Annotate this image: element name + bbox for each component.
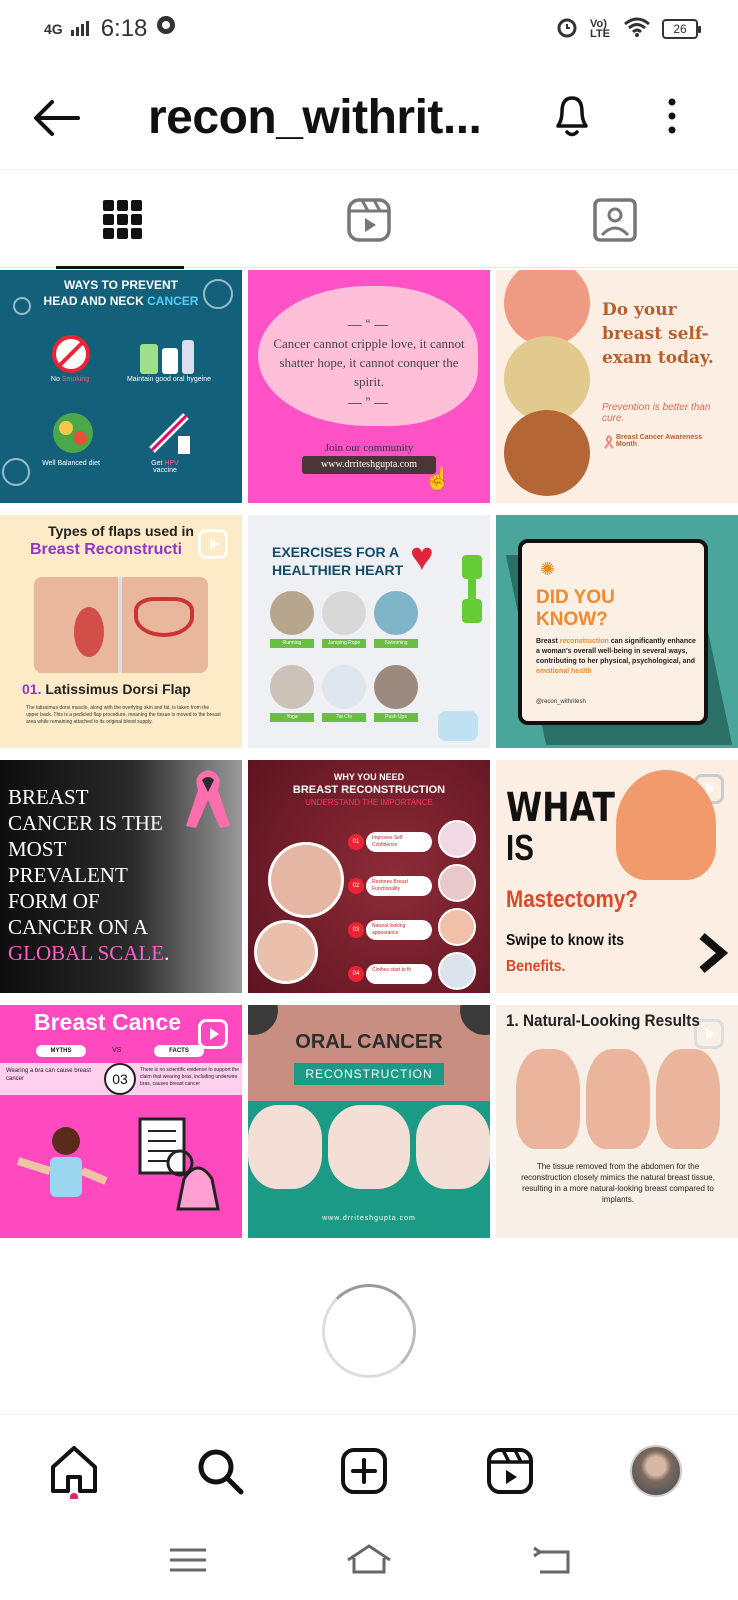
dumbbell-icon bbox=[454, 551, 490, 636]
tagged-person-icon bbox=[593, 198, 637, 242]
post-thumbnail[interactable]: WAYS TO PREVENT HEAD AND NECK CANCER No … bbox=[0, 270, 242, 503]
post-thumbnail[interactable]: Do your breast self-exam today. Preventi… bbox=[496, 270, 738, 503]
post-title: Do your breast self-exam today. bbox=[602, 300, 714, 368]
water-bottle bbox=[438, 711, 478, 741]
anatomy-illustration bbox=[34, 577, 208, 673]
loading-spinner bbox=[322, 1284, 416, 1378]
mouth-illustration bbox=[416, 1105, 490, 1189]
profile-header: recon_withrit... bbox=[0, 70, 738, 170]
search-icon bbox=[198, 1449, 244, 1495]
clock: 6:18 bbox=[100, 14, 148, 42]
post-thumbnail[interactable]: BREAST CANCER IS THE MOST PREVALENT FORM… bbox=[0, 760, 242, 993]
nav-profile[interactable] bbox=[626, 1441, 686, 1501]
grid-icon bbox=[103, 200, 142, 239]
virus-icon bbox=[0, 450, 40, 495]
toothbrush-icon bbox=[138, 336, 198, 381]
notifications-button[interactable] bbox=[550, 92, 594, 140]
arrow-left-icon bbox=[34, 100, 80, 136]
back-system-icon bbox=[533, 1546, 570, 1574]
woman-illustration bbox=[616, 770, 716, 880]
no-smoking-icon bbox=[48, 334, 94, 379]
home-outline-icon bbox=[347, 1544, 391, 1574]
post-thumbnail[interactable]: ORAL CANCER RECONSTRUCTION www.drriteshg… bbox=[248, 1005, 490, 1238]
document-icon bbox=[138, 1117, 228, 1222]
reels-icon bbox=[347, 198, 391, 242]
network-indicator: 4G bbox=[44, 20, 63, 37]
mouth-illustration bbox=[328, 1105, 410, 1189]
alarm-icon bbox=[556, 16, 578, 41]
app-notification-icon bbox=[155, 14, 177, 43]
pointer-hand-icon: ☝ bbox=[424, 466, 452, 491]
nav-home[interactable] bbox=[44, 1441, 104, 1501]
more-options-button[interactable] bbox=[660, 94, 684, 142]
more-vertical-icon bbox=[668, 98, 676, 134]
virus-icon bbox=[196, 272, 240, 321]
torso-illustration bbox=[586, 1049, 650, 1149]
lightbulb-icon: ✺ bbox=[540, 559, 556, 579]
virus-icon bbox=[8, 292, 36, 325]
post-quote: Cancer cannot cripple love, it cannot sh… bbox=[273, 336, 465, 389]
post-thumbnail[interactable]: ✺ DID YOU KNOW? Breast reconstruction ca… bbox=[496, 515, 738, 748]
signal-icon bbox=[70, 15, 93, 43]
torso-illustration bbox=[656, 1049, 720, 1149]
system-navigation bbox=[0, 1520, 738, 1600]
menu-icon bbox=[170, 1548, 206, 1572]
profile-tabs bbox=[0, 172, 738, 269]
home-system-button[interactable] bbox=[344, 1540, 394, 1580]
tab-tagged[interactable] bbox=[492, 172, 738, 268]
avatar bbox=[630, 1445, 682, 1497]
post-thumbnail[interactable]: EXERCISES FOR A HEALTHIER HEART ♥ Runnin… bbox=[248, 515, 490, 748]
post-thumbnail[interactable]: — “ — Cancer cannot cripple love, it can… bbox=[248, 270, 490, 503]
post-thumbnail[interactable]: WHAT IS Mastectomy? Swipe to know its Be… bbox=[496, 760, 738, 993]
tab-grid[interactable] bbox=[0, 172, 246, 269]
chevron-right-icon bbox=[694, 930, 730, 981]
back-system-button[interactable] bbox=[530, 1540, 580, 1580]
status-bar: 4G 6:18 Vo) LTE 26 bbox=[0, 0, 738, 58]
mouth-illustration bbox=[248, 1105, 322, 1189]
torso-illustration bbox=[516, 1049, 580, 1149]
syringe-icon bbox=[146, 410, 196, 461]
pink-ribbon-icon bbox=[180, 764, 236, 839]
post-thumbnail[interactable]: WHY YOU NEED BREAST RECONSTRUCTION UNDER… bbox=[248, 760, 490, 993]
posts-grid: WAYS TO PREVENT HEAD AND NECK CANCER No … bbox=[0, 270, 738, 1248]
nav-search[interactable] bbox=[190, 1441, 250, 1501]
page-title: recon_withrit... bbox=[148, 91, 482, 144]
volte-indicator: Vo) LTE bbox=[590, 17, 610, 40]
plus-square-icon bbox=[341, 1448, 387, 1494]
wifi-icon bbox=[624, 17, 650, 40]
reel-indicator-icon bbox=[198, 529, 228, 559]
post-thumbnail[interactable]: Breast Cance MYTHS VS FACTS Wearing a br… bbox=[0, 1005, 242, 1238]
vegetables-icon bbox=[50, 410, 96, 461]
post-thumbnail[interactable]: Types of flaps used in Breast Reconstruc… bbox=[0, 515, 242, 748]
bell-icon bbox=[556, 96, 588, 137]
ribbon-icon bbox=[604, 435, 614, 454]
reels-icon bbox=[487, 1448, 533, 1494]
reel-indicator-icon bbox=[198, 1019, 228, 1049]
nav-reels[interactable] bbox=[480, 1441, 540, 1501]
recent-apps-button[interactable] bbox=[164, 1540, 214, 1580]
post-thumbnail[interactable]: 1. Natural-Looking Results The tissue re… bbox=[496, 1005, 738, 1238]
back-button[interactable] bbox=[30, 96, 82, 140]
bottom-navigation bbox=[0, 1414, 738, 1520]
woman-illustration bbox=[10, 1111, 110, 1226]
heart-icon: ♥ bbox=[410, 535, 434, 579]
tab-reels[interactable] bbox=[246, 172, 492, 268]
home-icon bbox=[51, 1446, 97, 1499]
nav-create[interactable] bbox=[334, 1441, 394, 1501]
battery-indicator: 26 bbox=[662, 18, 701, 39]
